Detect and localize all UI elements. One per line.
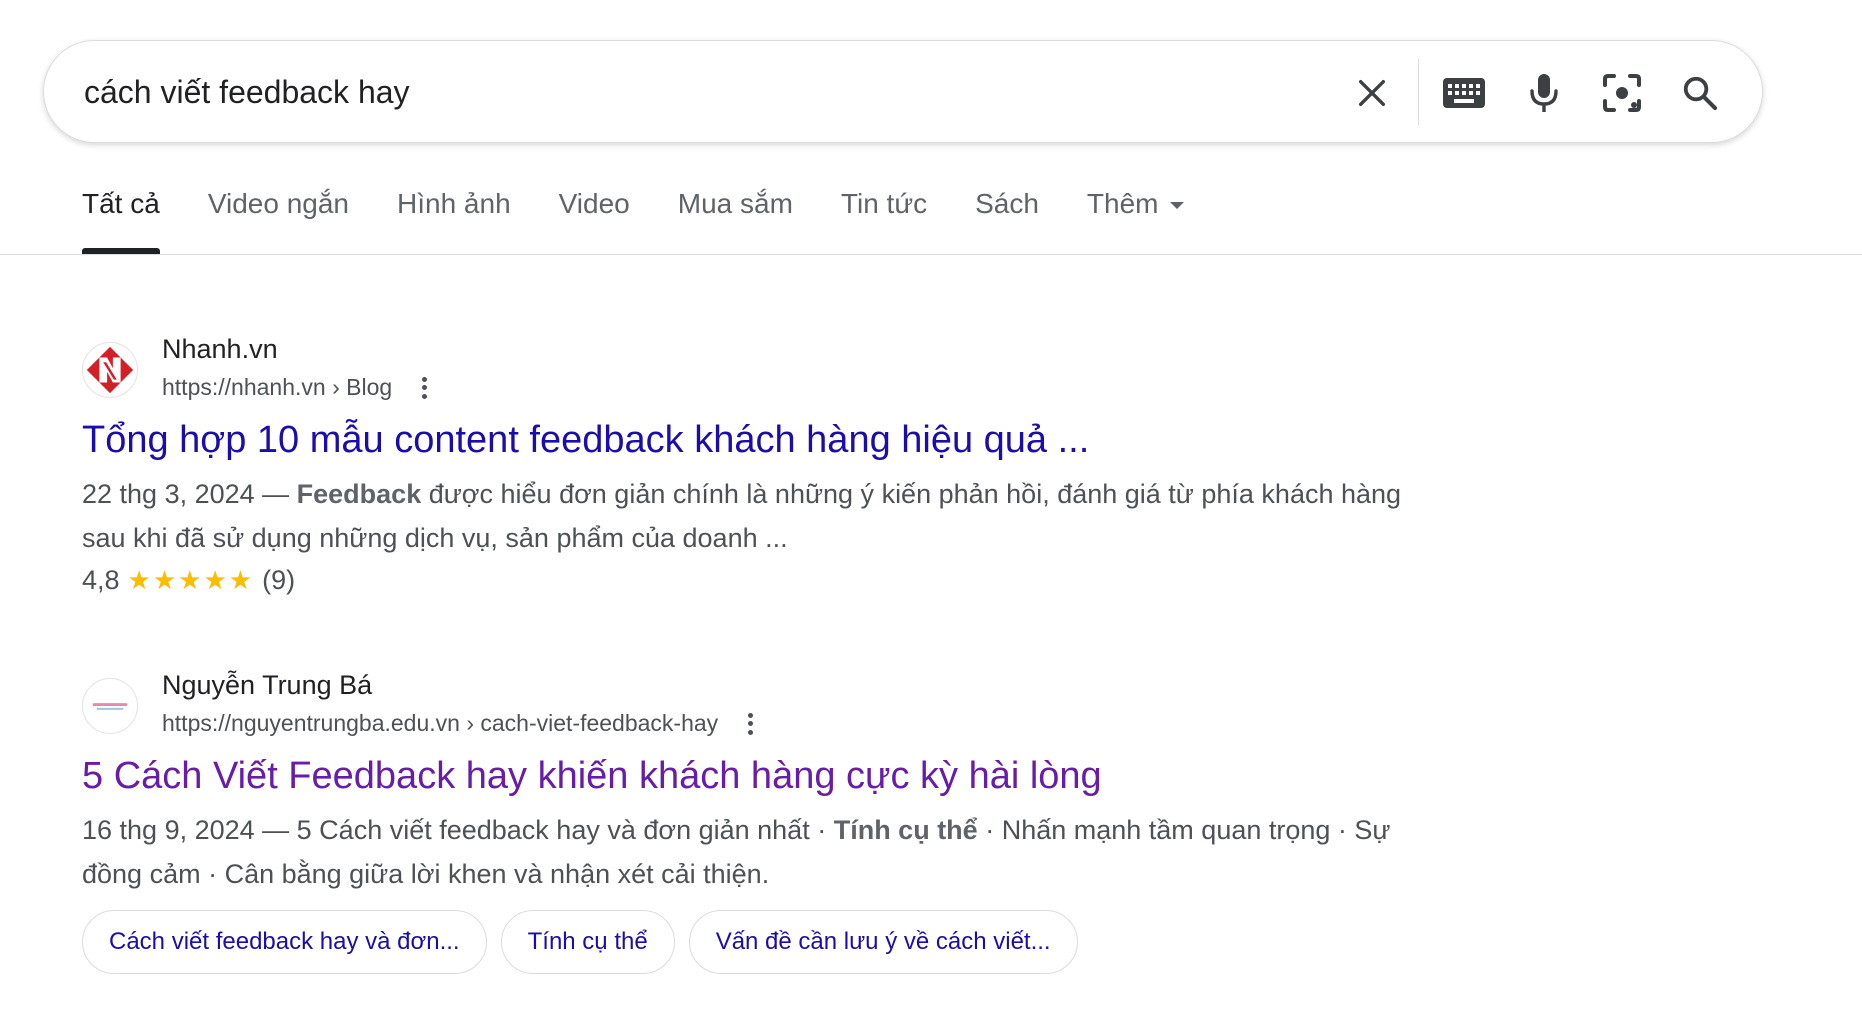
tab-label: Mua sắm [677, 188, 793, 219]
snippet-bold-term: Feedback [296, 479, 422, 509]
close-icon [1358, 79, 1386, 107]
search-input[interactable] [84, 65, 1334, 119]
site-url: https://nhanh.vn › Blog [162, 374, 434, 401]
tab-all[interactable]: Tất cả [82, 188, 160, 254]
rating-count: (9) [262, 565, 296, 595]
tab-label: Sách [975, 188, 1039, 219]
tab-images[interactable]: Hình ảnh [397, 188, 511, 254]
more-vert-icon[interactable] [414, 376, 434, 399]
tab-label: Tất cả [82, 188, 160, 219]
tab-videos[interactable]: Video [559, 188, 630, 254]
lens-camera-icon [1603, 74, 1641, 112]
sitelink-chip[interactable]: Tính cụ thể [500, 910, 675, 974]
tabs-divider [0, 254, 1862, 255]
search-result: Nguyễn Trung Bá https://nguyentrungba.ed… [82, 670, 1402, 974]
nhanh-logo-icon [86, 346, 134, 394]
more-vert-icon[interactable] [740, 712, 760, 735]
search-result: Nhanh.vn https://nhanh.vn › Blog Tổng hợ… [82, 334, 1402, 600]
search-icon [1683, 76, 1718, 111]
tab-books[interactable]: Sách [975, 188, 1039, 254]
search-bar [43, 40, 1763, 143]
tab-label: Video [558, 188, 630, 219]
star-rating-icon: ★★★★★ [127, 565, 255, 595]
site-url-text: https://nguyentrungba.edu.vn › cach-viet… [162, 710, 719, 736]
nguyentrungba-logo-icon [92, 703, 128, 710]
chevron-down-icon [1170, 202, 1185, 209]
sitelink-chip[interactable]: Vấn đề cần lưu ý về cách viết... [688, 910, 1078, 974]
result-site-info[interactable]: Nhanh.vn https://nhanh.vn › Blog [82, 334, 1402, 404]
search-submit-button[interactable] [1676, 69, 1724, 117]
snippet-text: 5 Cách viết feedback hay và đơn giản nhấ… [296, 815, 834, 845]
keyboard-button[interactable] [1440, 69, 1488, 117]
site-name: Nhanh.vn [162, 334, 278, 364]
site-url: https://nguyentrungba.edu.vn › cach-viet… [162, 710, 760, 737]
microphone-icon [1530, 74, 1558, 112]
search-tabs: Tất cả Video ngắn Hình ảnh Video Mua sắm… [82, 188, 1232, 254]
clear-search-button[interactable] [1348, 69, 1396, 117]
result-date: 22 thg 3, 2024 — [82, 479, 297, 509]
result-snippet: 16 thg 9, 2024 — 5 Cách viết feedback ha… [82, 808, 1402, 896]
sitelink-chip[interactable]: Cách viết feedback hay và đơn... [82, 910, 487, 974]
site-url-text: https://nhanh.vn › Blog [162, 374, 393, 400]
result-date: 16 thg 9, 2024 — [82, 815, 297, 845]
result-title-link[interactable]: Tổng hợp 10 mẫu content feedback khách h… [82, 416, 1402, 464]
nhanh-favicon [82, 342, 138, 398]
result-title-link[interactable]: 5 Cách Viết Feedback hay khiến khách hàn… [82, 752, 1402, 800]
site-name: Nguyễn Trung Bá [162, 670, 373, 700]
tab-short-videos[interactable]: Video ngắn [208, 188, 349, 254]
voice-search-button[interactable] [1520, 69, 1568, 117]
result-snippet: 22 thg 3, 2024 — Feedback được hiểu đơn … [82, 472, 1402, 560]
tab-more[interactable]: Thêm [1087, 188, 1185, 254]
tab-label: Video ngắn [207, 188, 349, 219]
result-rating: 4,8 ★★★★★ (9) [82, 560, 1402, 600]
tab-news[interactable]: Tin tức [841, 188, 927, 254]
rating-value: 4,8 [82, 565, 120, 595]
tab-label: Hình ảnh [397, 188, 511, 219]
tab-label: Tin tức [840, 188, 928, 219]
image-search-button[interactable] [1598, 69, 1646, 117]
search-bar-divider [1418, 59, 1419, 125]
result-site-info[interactable]: Nguyễn Trung Bá https://nguyentrungba.ed… [82, 670, 1402, 740]
tab-label: Thêm [1086, 188, 1159, 219]
sitelink-chips: Cách viết feedback hay và đơn... Tính cụ… [82, 910, 1402, 974]
keyboard-icon [1443, 78, 1485, 108]
snippet-bold-term: Tính cụ thể [833, 815, 978, 845]
tab-shopping[interactable]: Mua sắm [678, 188, 793, 254]
nguyentrungba-favicon [82, 678, 138, 734]
